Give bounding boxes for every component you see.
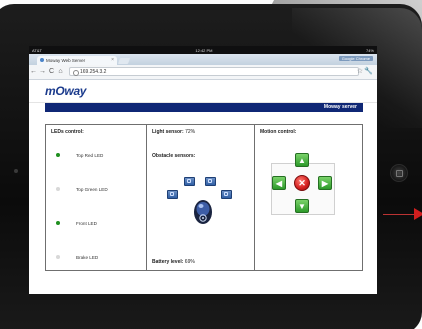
motion-title: Motion control: [260, 129, 297, 135]
obstacle-sensor-icon [184, 177, 195, 186]
tab-strip: Moway Web Server × Google Chrome [29, 54, 377, 65]
wrench-icon[interactable]: 🔧 [364, 65, 373, 79]
moway-logo: mOway [45, 84, 87, 98]
direction-pad: ▲ ◀ ✕ ▶ ▼ [264, 153, 340, 223]
close-icon[interactable]: × [111, 57, 114, 63]
arrow-down-icon[interactable]: ▼ [295, 199, 309, 213]
led-indicator-icon[interactable] [56, 187, 60, 191]
logo-row: mOway [29, 80, 377, 103]
obstacle-sensor-icon [167, 190, 178, 199]
tablet-device: AT&T 12:42 PM 74% Moway Web Server × Goo… [0, 4, 422, 329]
battery-readout: Battery level: 69% [152, 259, 195, 265]
led-indicator-icon[interactable] [56, 255, 60, 259]
led-row-brake[interactable]: Brake LED [56, 255, 98, 260]
led-row-top-green[interactable]: Top Green LED [56, 187, 108, 192]
motion-panel: Motion control: ▲ ◀ ✕ ▶ ▼ [255, 125, 362, 270]
leds-title: LEDs control: [51, 129, 84, 135]
page-icon [73, 70, 79, 76]
led-indicator-icon[interactable] [56, 221, 60, 225]
led-indicator-icon[interactable] [56, 153, 60, 157]
reload-icon[interactable]: C [47, 65, 56, 79]
arrow-left-icon[interactable]: ◀ [272, 176, 286, 190]
led-label: Top Red LED [76, 152, 104, 158]
annotation-pointer-line [383, 214, 417, 215]
control-panels: LEDs control: Top Red LED Top Green LED … [45, 124, 363, 271]
obstacle-sensors-label: Obstacle sensors: [152, 153, 196, 159]
sync-badge: Google Chrome [338, 56, 373, 61]
led-row-front[interactable]: Front LED [56, 221, 97, 226]
photo-scene: AT&T 12:42 PM 74% Moway Web Server × Goo… [0, 0, 422, 329]
forward-icon[interactable]: → [38, 65, 47, 79]
obstacle-sensor-icon [205, 177, 216, 186]
server-title: Moway server [323, 104, 357, 110]
browser-toolbar: ← → C ⌂ 169.254.3.2 ☆ 🔧 [29, 65, 377, 80]
led-label: Brake LED [76, 254, 99, 260]
battery-label: 74% [365, 47, 374, 53]
favicon-icon [40, 58, 44, 62]
moway-robot-icon [194, 200, 212, 224]
stop-icon[interactable]: ✕ [294, 175, 310, 191]
led-row-top-red[interactable]: Top Red LED [56, 153, 103, 158]
home-button[interactable] [390, 164, 408, 182]
battery-level-label: Battery level: [152, 259, 184, 265]
annotation-arrow-icon [414, 208, 422, 220]
tablet-screen: AT&T 12:42 PM 74% Moway Web Server × Goo… [29, 46, 377, 294]
light-sensor-value: 72% [185, 129, 196, 135]
clock-label: 12:42 PM [195, 47, 213, 53]
tab-title: Moway Web Server [46, 58, 86, 63]
home-icon[interactable]: ⌂ [56, 65, 65, 79]
back-icon[interactable]: ← [29, 65, 38, 79]
url-text: 169.254.3.2 [80, 69, 107, 75]
address-bar[interactable]: 169.254.3.2 [69, 67, 359, 76]
bookmark-star-icon[interactable]: ☆ [357, 65, 363, 79]
obstacle-sensor-icon [221, 190, 232, 199]
light-sensor-readout: Light sensor: 72% [152, 129, 195, 135]
web-page: mOway Moway server LEDs control: Top Red… [29, 80, 377, 294]
arrow-right-icon[interactable]: ▶ [318, 176, 332, 190]
carrier-label: AT&T [32, 47, 42, 53]
camera-icon [14, 169, 18, 173]
new-tab-button[interactable] [117, 58, 131, 64]
arrow-up-icon[interactable]: ▲ [295, 153, 309, 167]
led-label: Front LED [76, 220, 97, 226]
led-label: Top Green LED [76, 186, 108, 192]
battery-level-value: 69% [184, 259, 195, 265]
leds-panel: LEDs control: Top Red LED Top Green LED … [46, 125, 147, 270]
status-bar: AT&T 12:42 PM 74% [29, 46, 377, 54]
server-header-bar: Moway server [45, 103, 363, 112]
light-sensor-label: Light sensor: [152, 129, 184, 135]
sensors-panel: Light sensor: 72% Obstacle sensors: Batt… [147, 125, 255, 270]
browser-tab[interactable]: Moway Web Server × [37, 56, 117, 65]
